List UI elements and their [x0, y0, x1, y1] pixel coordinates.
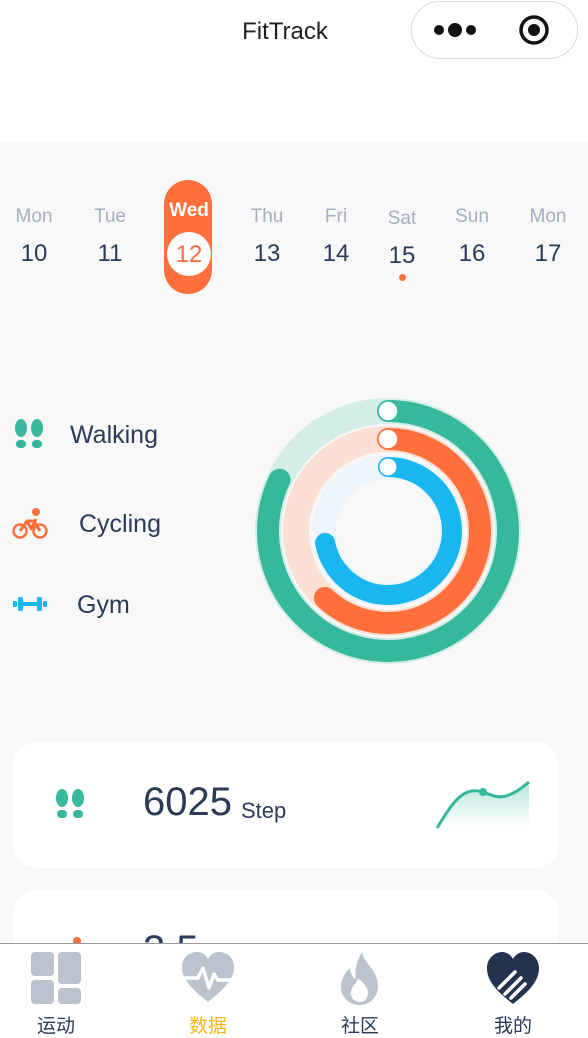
day-name: Mon [529, 206, 567, 227]
day-name: Wed [169, 200, 209, 221]
day-4[interactable]: Fri 14 [306, 180, 366, 268]
header-bar: FitTrack [0, 0, 588, 70]
day-name: Fri [324, 206, 348, 227]
tab-profile[interactable]: 我的 [458, 944, 568, 1037]
day-number: 15 [388, 242, 416, 269]
day-number: 13 [253, 240, 281, 267]
week-strip: Mon 10 Tue 11 Wed 12 Thu 13 Fri 14 Sat 1… [0, 180, 588, 300]
day-0[interactable]: Mon 10 [4, 180, 64, 268]
tab-sport[interactable]: 运动 [1, 944, 111, 1037]
day-5[interactable]: Sat 15 [372, 180, 432, 281]
steps-card[interactable]: 6025 Step [13, 742, 559, 868]
legend-label: Gym [77, 591, 130, 619]
day-name: Thu [250, 206, 284, 227]
day-name: Mon [15, 206, 53, 227]
day-number: 14 [322, 240, 350, 267]
dumbbell-icon [13, 597, 47, 611]
cycling-ring-start-knob [378, 429, 398, 449]
miniapp-capsule [411, 1, 578, 59]
day-number: 16 [458, 240, 486, 267]
day-1[interactable]: Tue 11 [80, 180, 140, 268]
heart-hand-icon [487, 952, 539, 1004]
steps-trend-sparkline [435, 780, 530, 829]
day-2-selected[interactable]: Wed 12 [159, 180, 219, 294]
legend-gym[interactable]: Gym [0, 584, 240, 624]
walking-ring-start-knob [378, 401, 398, 421]
steps-unit: Step [241, 798, 287, 823]
grid-icon [31, 952, 81, 1004]
activity-dot [398, 274, 406, 281]
tab-label: 运动 [36, 1016, 75, 1037]
tab-data[interactable]: 数据 [153, 944, 263, 1037]
day-name: Sun [455, 206, 489, 227]
day-number: 12 [175, 241, 203, 268]
legend-label: Walking [70, 421, 158, 449]
bottom-tab-bar: 运动 数据 社区 我的 [0, 943, 588, 1037]
day-name: Tue [93, 206, 127, 227]
selected-day-circle: 12 [167, 232, 211, 276]
tab-label: 社区 [340, 1016, 379, 1037]
close-target-icon[interactable] [518, 14, 550, 46]
tab-label: 我的 [493, 1016, 532, 1037]
day-3[interactable]: Thu 13 [237, 180, 297, 268]
heart-pulse-icon [182, 952, 234, 1002]
steps-value: 6025 [143, 780, 232, 824]
day-number: 17 [534, 240, 562, 267]
footprints-icon [56, 789, 84, 818]
activity-rings [255, 398, 521, 664]
day-6[interactable]: Sun 16 [442, 180, 502, 268]
legend-label: Cycling [79, 510, 161, 538]
gym-ring-start-knob [379, 458, 397, 476]
day-name: Sat [387, 208, 417, 229]
more-options-icon[interactable] [434, 17, 478, 43]
footprints-icon [15, 419, 43, 448]
day-number: 11 [97, 240, 123, 267]
cyclist-icon [12, 508, 48, 539]
flame-icon [341, 952, 378, 1005]
legend-walking[interactable]: Walking [0, 414, 240, 454]
day-7[interactable]: Mon 17 [518, 180, 578, 268]
tab-label: 数据 [188, 1016, 227, 1037]
tab-community[interactable]: 社区 [305, 944, 415, 1037]
legend-cycling[interactable]: Cycling [0, 503, 240, 543]
day-number: 10 [20, 240, 48, 267]
